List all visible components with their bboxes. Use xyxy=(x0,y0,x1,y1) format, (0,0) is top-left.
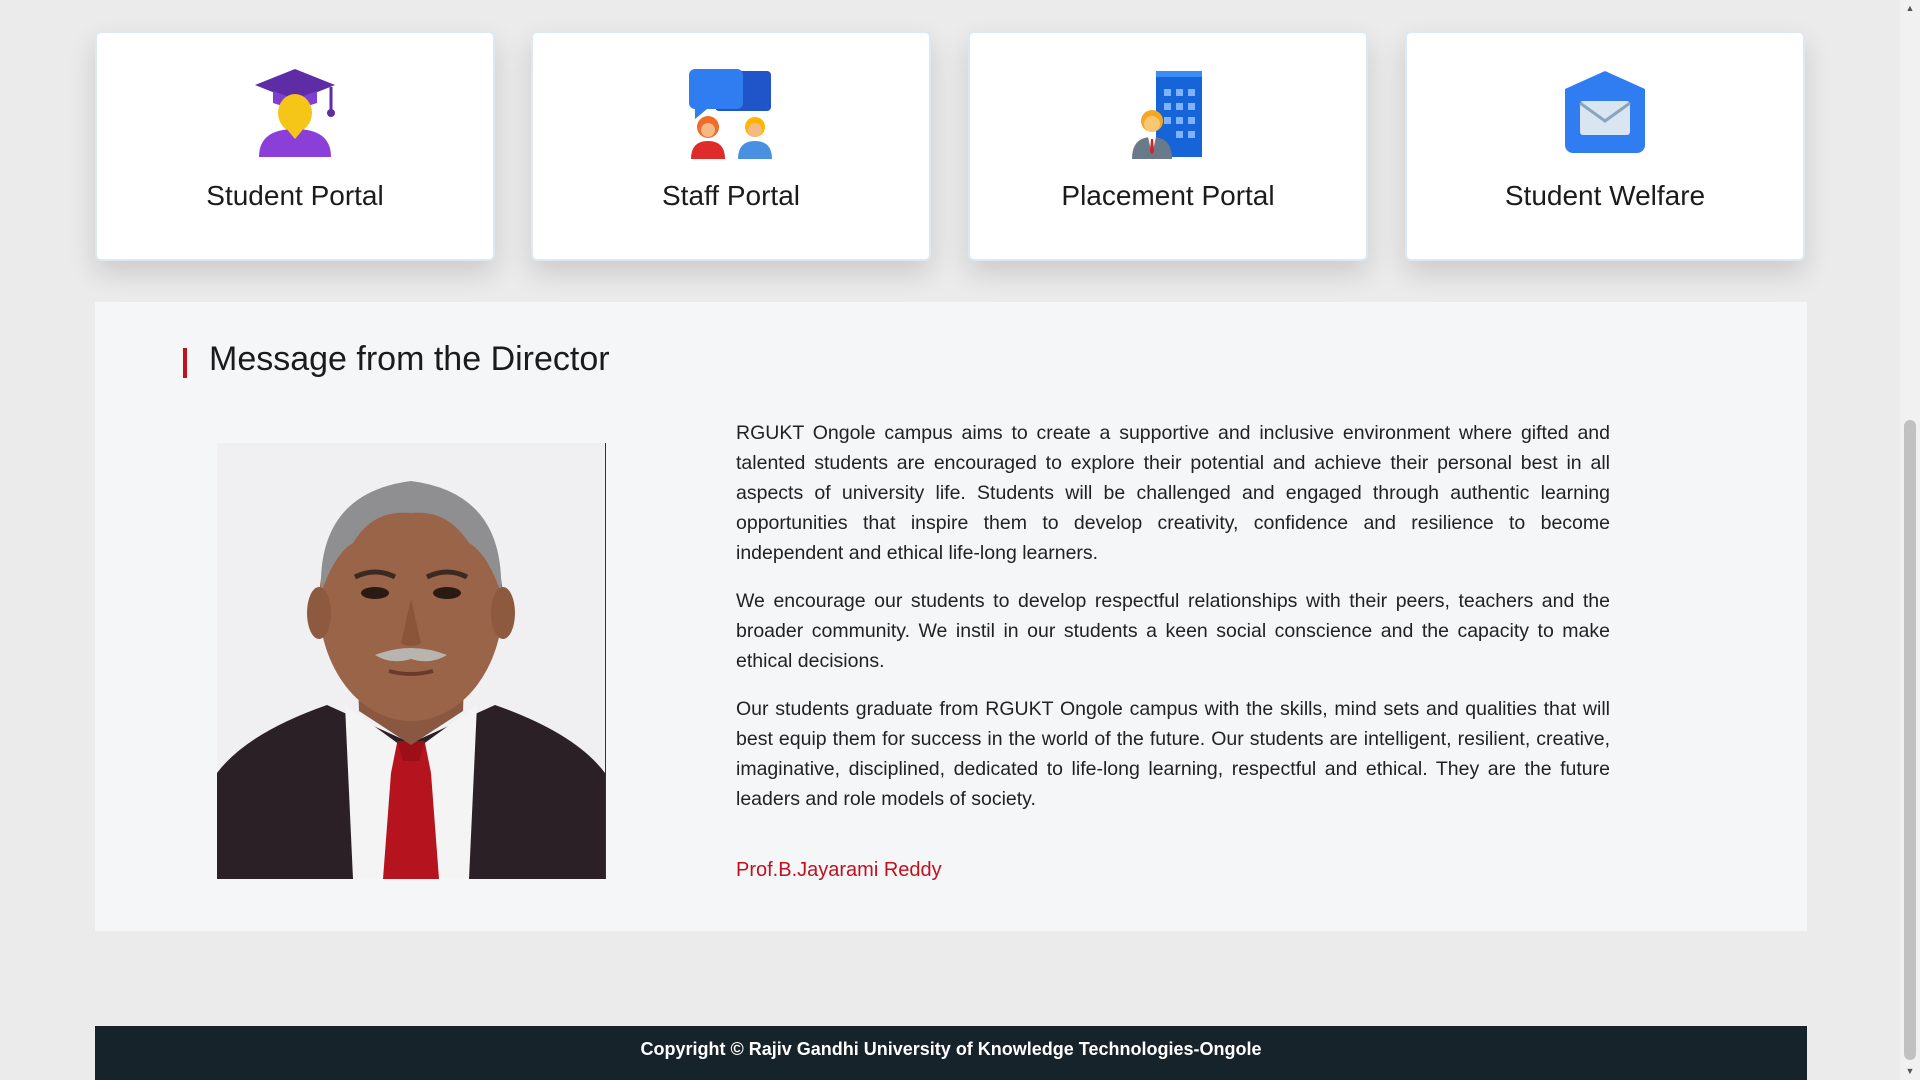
scroll-up-arrow-icon[interactable]: ▲ xyxy=(1900,0,1920,17)
student-welfare-card[interactable]: Student Welfare xyxy=(1405,31,1805,261)
message-paragraph: Our students graduate from RGUKT Ongole … xyxy=(736,698,1610,810)
footer: Copyright © Rajiv Gandhi University of K… xyxy=(95,1026,1807,1080)
graduate-icon xyxy=(245,61,345,161)
director-photo xyxy=(217,443,606,879)
portal-label: Staff Portal xyxy=(661,180,800,211)
director-message: RGUKT Ongole campus aims to create a sup… xyxy=(736,418,1610,832)
message-paragraph: We encourage our students to develop res… xyxy=(736,590,1610,672)
message-paragraph: RGUKT Ongole campus aims to create a sup… xyxy=(736,422,1610,564)
placement-portal-card[interactable]: Placement Portal xyxy=(968,31,1368,261)
copyright-text: Copyright © Rajiv Gandhi University of K… xyxy=(640,1039,1262,1059)
section-title: Message from the Director xyxy=(209,340,610,378)
staff-portal-card[interactable]: Staff Portal xyxy=(531,31,931,261)
portal-label: Student Portal xyxy=(206,180,384,211)
director-signature: Prof.B.Jayarami Reddy xyxy=(736,859,942,881)
office-building-icon xyxy=(1118,61,1218,161)
mail-icon xyxy=(1555,61,1655,161)
scroll-thumb[interactable] xyxy=(1904,420,1916,1060)
portal-cards: Student Portal Staff Portal Placement Po… xyxy=(95,31,1807,263)
page: Student Portal Staff Portal Placement Po… xyxy=(0,0,1900,1080)
scroll-down-arrow-icon[interactable]: ▼ xyxy=(1900,1063,1920,1080)
director-message-section: Message from the Director RGUKT Ongole c… xyxy=(95,302,1807,931)
student-portal-card[interactable]: Student Portal xyxy=(95,31,495,261)
staff-chat-icon xyxy=(681,61,781,161)
portal-label: Student Welfare xyxy=(1504,180,1706,211)
title-accent-bar xyxy=(183,348,187,378)
portal-label: Placement Portal xyxy=(1061,180,1275,211)
vertical-scrollbar[interactable]: ▲ ▼ xyxy=(1900,0,1920,1080)
